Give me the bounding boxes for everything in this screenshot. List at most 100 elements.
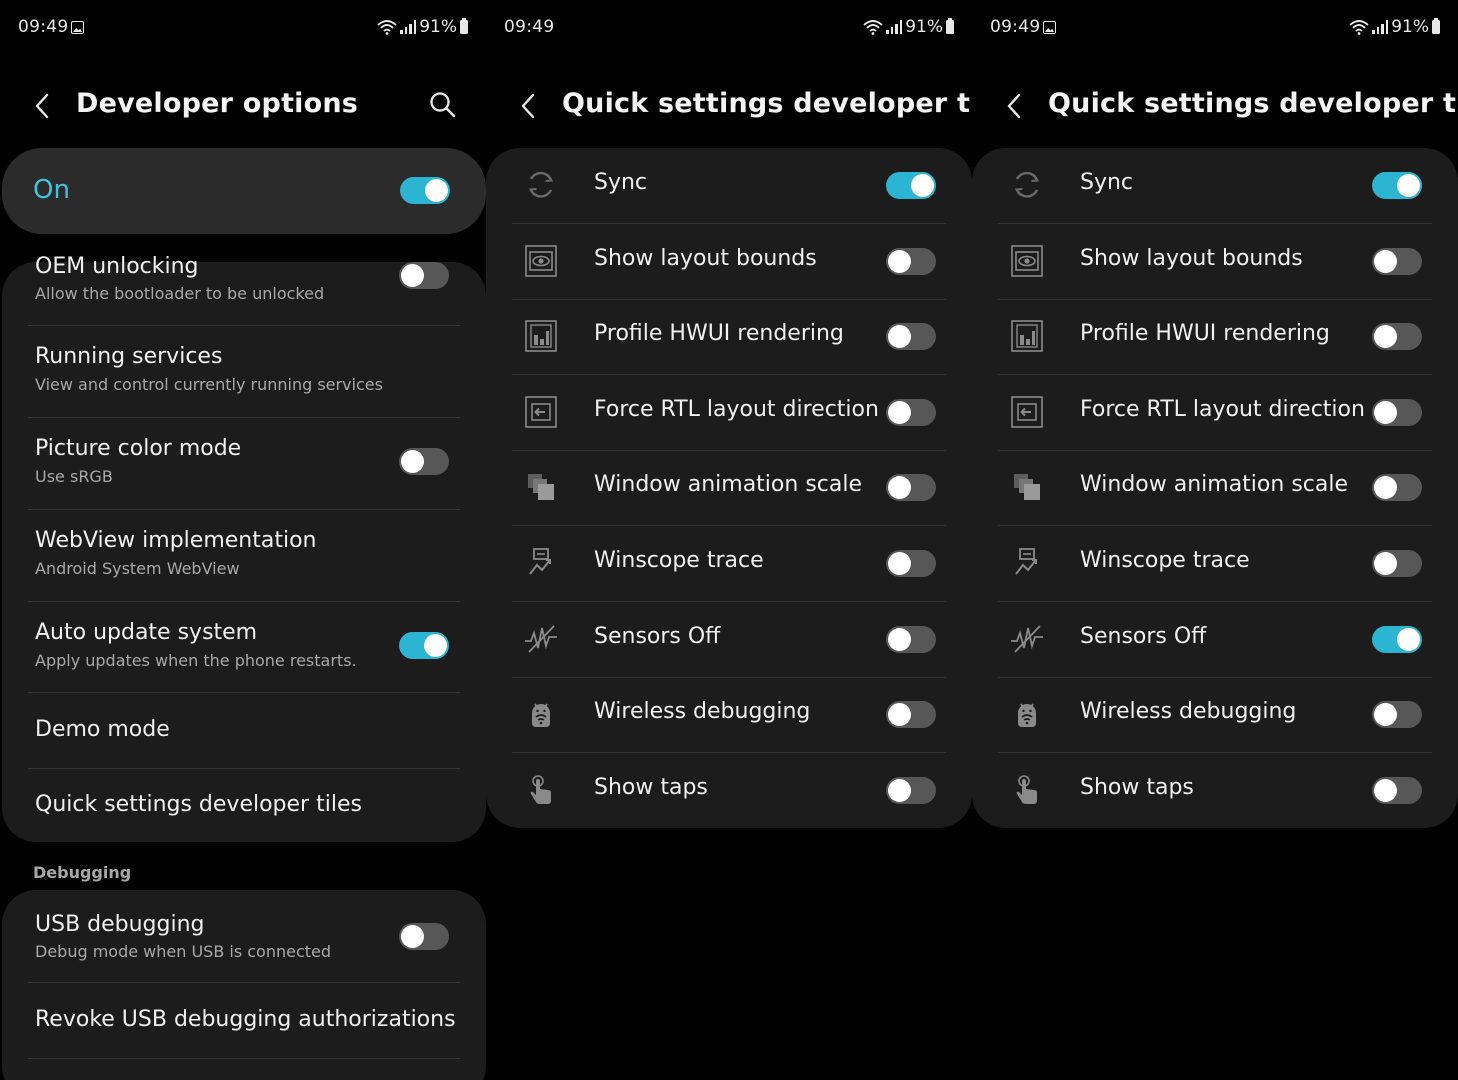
tile-toggle[interactable] <box>1372 172 1422 199</box>
auto-update-system-toggle[interactable] <box>399 632 449 659</box>
wifi-icon <box>1349 20 1369 35</box>
signal-icon <box>886 20 903 34</box>
developer-options-screen: 09:49 91% Developer options On OEM unloc… <box>0 0 486 1080</box>
tile-toggle[interactable] <box>886 474 936 502</box>
tile-label: Force RTL layout direction <box>1080 396 1365 422</box>
tile-toggle[interactable] <box>1372 776 1422 804</box>
rtl-direction-icon <box>1010 395 1044 429</box>
tile-toggle[interactable] <box>886 323 936 351</box>
signal-icon <box>1372 20 1389 34</box>
settings-list-card: OEM unlocking Allow the bootloader to be… <box>2 254 486 842</box>
tile-row-winscope-trace[interactable]: Winscope trace <box>512 526 946 601</box>
row-subtitle: Debug mode when USB is connected <box>35 942 332 961</box>
wireless-debugging-icon <box>524 697 558 731</box>
tile-label: Winscope trace <box>594 548 764 573</box>
gallery-notification-icon <box>71 21 84 34</box>
webview-implementation-row[interactable]: WebView implementation Android System We… <box>28 510 460 601</box>
usb-debugging-toggle[interactable] <box>399 923 449 950</box>
tile-label: Sync <box>1080 170 1134 195</box>
page-title: Developer options <box>76 88 359 119</box>
sensors-off-icon <box>524 622 558 656</box>
oem-unlocking-row[interactable]: OEM unlocking Allow the bootloader to be… <box>28 254 460 326</box>
app-bar: Quick settings developer tiles <box>972 80 1458 132</box>
tile-row-wireless-debugging[interactable]: Wireless debugging <box>998 677 1432 752</box>
tile-toggle[interactable] <box>886 625 936 653</box>
tile-toggle[interactable] <box>1372 323 1422 351</box>
row-title: WebView implementation <box>35 528 317 553</box>
tile-row-show-taps[interactable]: Show taps <box>512 753 946 828</box>
hwui-rendering-icon <box>524 319 558 353</box>
tile-toggle[interactable] <box>886 701 936 729</box>
tile-row-profile-hwui-rendering[interactable]: Profile HWUI rendering <box>512 299 946 374</box>
tile-toggle[interactable] <box>1372 474 1422 502</box>
master-toggle[interactable] <box>400 177 450 204</box>
tile-row-profile-hwui-rendering[interactable]: Profile HWUI rendering <box>998 299 1432 374</box>
app-bar: Developer options <box>0 80 486 132</box>
tile-toggle[interactable] <box>1372 550 1422 577</box>
tile-toggle[interactable] <box>886 398 936 426</box>
hwui-rendering-icon <box>1010 319 1044 353</box>
gallery-notification-icon <box>1043 21 1056 34</box>
tile-toggle[interactable] <box>1372 398 1422 426</box>
back-icon[interactable] <box>30 92 58 120</box>
tile-row-force-rtl-layout-direction[interactable]: Force RTL layout direction <box>512 375 946 450</box>
back-icon[interactable] <box>1002 92 1030 120</box>
oem-unlocking-toggle[interactable] <box>399 262 449 289</box>
developer-options-master-switch[interactable]: On <box>2 148 486 234</box>
sensors-off-icon <box>1010 622 1044 656</box>
window-animation-icon <box>524 470 558 504</box>
usb-debugging-row[interactable]: USB debugging Debug mode when USB is con… <box>28 890 460 982</box>
tile-row-wireless-debugging[interactable]: Wireless debugging <box>512 677 946 752</box>
tile-label: Show layout bounds <box>1080 245 1303 271</box>
layout-bounds-icon <box>524 244 558 278</box>
tile-row-force-rtl-layout-direction[interactable]: Force RTL layout direction <box>998 375 1432 450</box>
tile-label: Sync <box>594 170 648 195</box>
tile-row-show-layout-bounds[interactable]: Show layout bounds <box>512 224 946 299</box>
status-bar: 09:49 91% <box>486 14 972 42</box>
status-bar: 09:49 91% <box>972 14 1458 42</box>
tile-row-sensors-off[interactable]: Sensors Off <box>998 602 1432 677</box>
search-icon[interactable] <box>428 90 458 120</box>
row-title: Running services <box>35 344 223 369</box>
layout-bounds-icon <box>1010 244 1044 278</box>
tile-row-sensors-off[interactable]: Sensors Off <box>512 602 946 677</box>
tile-label: Wireless debugging <box>1080 699 1297 725</box>
auto-update-system-row[interactable]: Auto update system Apply updates when th… <box>28 602 460 693</box>
tiles-list-card: Sync Show layout bounds Profile HWUI rende… <box>972 148 1458 828</box>
tile-label: Winscope trace <box>1080 548 1250 573</box>
sync-icon <box>1010 168 1044 202</box>
tile-row-window-animation-scale[interactable]: Window animation scale <box>512 450 946 525</box>
tile-row-show-layout-bounds[interactable]: Show layout bounds <box>998 224 1432 299</box>
revoke-usb-debugging-row[interactable]: Revoke USB debugging authorizations <box>28 983 460 1058</box>
row-title: Picture color mode <box>35 436 242 461</box>
tile-label: Show taps <box>594 774 708 800</box>
tile-row-winscope-trace[interactable]: Winscope trace <box>998 526 1432 601</box>
tile-row-sync[interactable]: Sync <box>998 148 1432 223</box>
demo-mode-row[interactable]: Demo mode <box>28 693 460 768</box>
battery-icon <box>946 18 954 34</box>
tile-toggle[interactable] <box>1372 701 1422 729</box>
tile-row-window-animation-scale[interactable]: Window animation scale <box>998 450 1432 525</box>
picture-color-mode-row[interactable]: Picture color mode Use sRGB <box>28 418 460 509</box>
row-title: Auto update system <box>35 620 258 645</box>
running-services-row[interactable]: Running services View and control curren… <box>28 326 460 417</box>
tile-toggle[interactable] <box>1372 247 1422 275</box>
tile-label: Profile HWUI rendering <box>1080 321 1330 347</box>
tile-row-sync[interactable]: Sync <box>512 148 946 223</box>
tile-toggle[interactable] <box>886 550 936 577</box>
quick-settings-developer-tiles-row[interactable]: Quick settings developer tiles <box>28 769 460 842</box>
status-time: 09:49 <box>18 17 69 37</box>
picture-color-mode-toggle[interactable] <box>399 448 449 475</box>
tile-row-show-taps[interactable]: Show taps <box>998 753 1432 828</box>
page-title: Quick settings developer tiles <box>562 88 972 119</box>
tile-toggle[interactable] <box>886 172 936 199</box>
back-icon[interactable] <box>516 92 544 120</box>
row-subtitle: Allow the bootloader to be unlocked <box>35 284 325 303</box>
tile-toggle[interactable] <box>1372 625 1422 653</box>
sync-icon <box>524 168 558 202</box>
tile-toggle[interactable] <box>886 776 936 804</box>
page-title: Quick settings developer tiles <box>1048 88 1458 119</box>
show-taps-icon <box>1010 773 1044 807</box>
tile-toggle[interactable] <box>886 247 936 275</box>
winscope-trace-icon <box>524 546 558 580</box>
